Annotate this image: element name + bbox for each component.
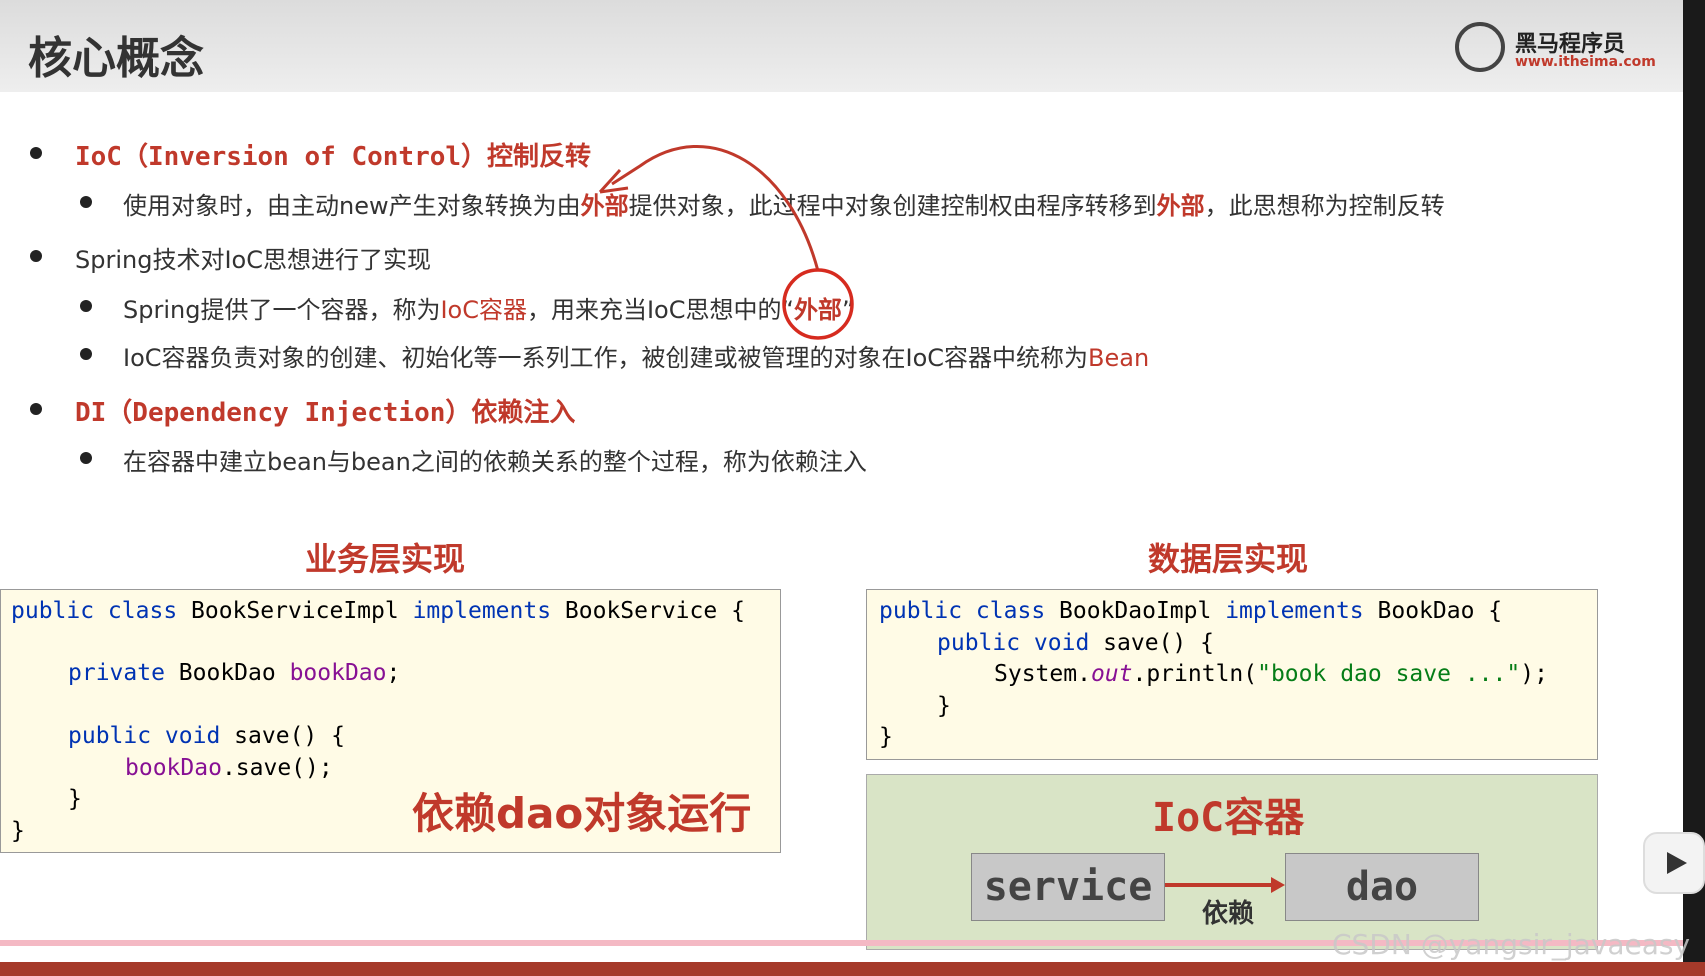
annotation-arrow [598, 145, 854, 340]
code-string: "book dao save ..." [1257, 661, 1521, 687]
dependency-arrow-icon [1165, 877, 1285, 893]
bullet-dot [80, 196, 92, 208]
code-token: BookService { [551, 598, 745, 624]
code-line: } [937, 693, 951, 719]
di-heading: DI（Dependency Injection）依赖注入 [75, 392, 575, 429]
ioc-container-box: IoC容器 service dao 依赖 [866, 774, 1598, 950]
di-description: 在容器中建立bean与bean之间的依赖关系的整个过程，称为依赖注入 [123, 448, 867, 476]
code-token: BookDao { [1363, 598, 1503, 624]
code-token: save() { [220, 723, 345, 749]
bullet-dot [80, 300, 92, 312]
spring-sub1-part: Spring提供了一个容器，称为 [123, 296, 441, 324]
code-token: save() { [1089, 630, 1214, 656]
code-keyword: public void [68, 723, 221, 749]
slide-title: 核心概念 [28, 33, 204, 84]
watermark: CSDN @yangsir_javaeasy [1332, 928, 1691, 961]
player-side-bar [1683, 0, 1705, 976]
code-line: } [11, 818, 25, 844]
code-line: System.out.println("book dao save ..."); [994, 661, 1548, 687]
code-token: .save(); [221, 755, 333, 781]
code-keyword: implements [1225, 598, 1364, 624]
service-layer-title: 业务层实现 [305, 540, 466, 578]
bullet-dot [80, 452, 92, 464]
ioc-heading: IoC（Inversion of Control）控制反转 [75, 136, 591, 173]
dao-node: dao [1285, 853, 1479, 921]
dao-layer-title: 数据层实现 [1148, 540, 1309, 578]
code-static-field: out [1090, 661, 1133, 687]
code-line: public class BookDaoImpl implements Book… [879, 598, 1502, 624]
code-line: bookDao.save(); [125, 755, 333, 781]
code-line: private BookDao bookDao; [68, 660, 400, 686]
slide: 核心概念 黑马程序员 www.itheima.com IoC（Inversion… [0, 0, 1683, 976]
header-band [0, 0, 1683, 92]
logo: 黑马程序员 www.itheima.com [1455, 22, 1656, 76]
code-keyword: public class [879, 598, 1046, 624]
ioc-container-title: IoC容器 [1152, 795, 1305, 841]
code-field: bookDao [289, 660, 387, 686]
code-token: System. [994, 661, 1091, 687]
logo-url: www.itheima.com [1515, 54, 1656, 70]
ioc-heading-cn: 控制反转 [487, 142, 592, 172]
code-token: BookServiceImpl [177, 598, 413, 624]
code-token: .println( [1132, 661, 1258, 687]
service-node: service [971, 853, 1165, 921]
play-button[interactable] [1643, 832, 1705, 894]
code-line: public void save() { [937, 630, 1214, 656]
code-line: } [68, 786, 82, 812]
bullet-dot [30, 147, 42, 159]
dao-code-box: public class BookDaoImpl implements Book… [866, 589, 1598, 760]
code-keyword: private [68, 660, 165, 686]
di-heading-cn: 依赖注入 [471, 398, 576, 428]
code-token: BookDaoImpl [1045, 598, 1226, 624]
code-keyword: public void [937, 630, 1090, 656]
ioc-desc-external: 外部 [1156, 192, 1205, 220]
play-icon [1667, 852, 1687, 874]
ioc-desc-part: ，此思想称为控制反转 [1204, 192, 1445, 220]
dependency-label: 依赖 [1202, 899, 1255, 929]
dependency-annotation: 依赖dao对象运行 [412, 789, 752, 838]
bullet-dot [80, 348, 92, 360]
ioc-container-term: IoC容器 [440, 296, 527, 324]
ioc-desc-part: 使用对象时，由主动new产生对象转换为由 [123, 192, 581, 220]
bullet-dot [30, 250, 42, 262]
spring-line: Spring技术对IoC思想进行了实现 [75, 246, 431, 274]
horse-logo-icon [1455, 22, 1505, 72]
code-keyword: implements [412, 598, 552, 624]
ioc-heading-en: IoC（Inversion of Control） [75, 142, 488, 172]
bullet-dot [30, 403, 42, 415]
code-line: public class BookServiceImpl implements … [11, 598, 745, 624]
code-keyword: public class [11, 598, 178, 624]
code-line: public void save() { [68, 723, 345, 749]
di-heading-en: DI（Dependency Injection） [75, 398, 472, 428]
code-field: bookDao [125, 755, 222, 781]
code-token: BookDao [164, 660, 290, 686]
code-line: } [879, 724, 893, 750]
code-token: ); [1520, 661, 1548, 687]
code-token: ; [386, 660, 401, 686]
video-bottom-bar [0, 962, 1705, 976]
bean-term: Bean [1088, 344, 1150, 372]
spring-sub2-part: IoC容器负责对象的创建、初始化等一系列工作，被创建或被管理的对象在IoC容器中… [123, 344, 1089, 372]
